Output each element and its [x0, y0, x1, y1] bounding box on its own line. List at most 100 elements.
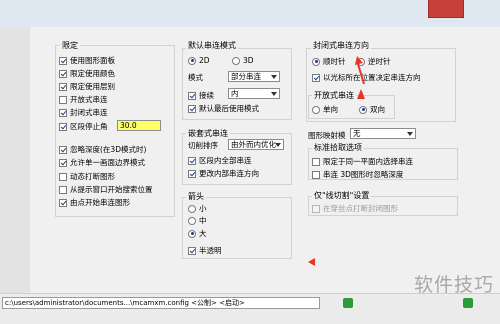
cut-order-select[interactable]: 由外而内优化: [228, 139, 284, 150]
break-at-thread-point-checkbox[interactable]: 在穿丝点打断封闭图形: [312, 203, 398, 214]
mode-label: 模式: [188, 73, 203, 82]
change-inner-direction-checkbox[interactable]: 更改内部串连方向: [188, 168, 259, 179]
radio-label: 2D: [199, 56, 210, 65]
radio-label: 逆时针: [368, 57, 391, 66]
checkbox-label: 由点开始串连图形: [70, 198, 130, 207]
radio-dot[interactable]: [312, 105, 320, 114]
checkbox-label: 更改内部串连方向: [199, 169, 259, 178]
translucent-checkbox[interactable]: 半透明: [188, 245, 222, 256]
checkbox-box[interactable]: [59, 198, 67, 207]
radio-label: 3D: [243, 56, 254, 65]
ok-icon[interactable]: [463, 298, 473, 308]
arrow-medium-radio[interactable]: 中: [188, 215, 207, 226]
checkbox-label: 从提示窗口开始搜索位置: [70, 185, 153, 194]
left-strip: [0, 27, 30, 293]
checkbox-box[interactable]: [59, 95, 67, 104]
config-path-field[interactable]: c:\users\administrator\documents...\mcam…: [2, 297, 320, 309]
closed-chain-checkbox[interactable]: 封闭式串连: [59, 107, 108, 118]
radio-label: 大: [199, 229, 207, 238]
ignore-depth-checkbox[interactable]: 忽略深度(在3D模式时): [59, 144, 146, 155]
radio-dot[interactable]: [188, 216, 196, 225]
single-direction-radio[interactable]: 单向: [312, 104, 338, 115]
checkbox-label: 限定使用颜色: [70, 69, 115, 78]
nested-title: 嵌套式串连: [186, 128, 230, 139]
checkbox-box[interactable]: [59, 69, 67, 78]
checkbox-label: 开放式串连: [70, 95, 108, 104]
checkbox-label: 允许单一画面边界模式: [70, 158, 145, 167]
chevron-down-icon: [407, 132, 413, 136]
limit-color-checkbox[interactable]: 限定使用颜色: [59, 68, 115, 79]
checkbox-box[interactable]: [59, 158, 67, 167]
contact-select[interactable]: 内: [228, 88, 280, 99]
limit-layer-checkbox[interactable]: 限定使用层别: [59, 81, 115, 92]
checkbox-label: 串连 3D图形时忽略深度: [323, 170, 404, 179]
cut-order-label: 切削排序: [188, 141, 218, 150]
checkbox-box[interactable]: [188, 91, 196, 100]
mode-select[interactable]: 部分串连: [228, 71, 280, 82]
search-from-prompt-checkbox[interactable]: 从提示窗口开始搜索位置: [59, 184, 153, 195]
checkbox-box[interactable]: [59, 56, 67, 65]
radio-label: 顺时针: [323, 57, 346, 66]
checkbox-box[interactable]: [59, 108, 67, 117]
arrow-small-radio[interactable]: 小: [188, 203, 207, 214]
ignore-depth-3d-checkbox[interactable]: 串连 3D图形时忽略深度: [312, 169, 403, 180]
checkbox-box[interactable]: [188, 156, 196, 165]
radio-label: 双向: [370, 105, 385, 114]
open-chain-checkbox[interactable]: 开放式串连: [59, 94, 108, 105]
checkbox-box[interactable]: [188, 169, 196, 178]
checkbox-box[interactable]: [312, 73, 320, 82]
radio-dot[interactable]: [188, 56, 196, 65]
checkbox-label: 封闭式串连: [70, 108, 108, 117]
radio-label: 小: [199, 204, 207, 213]
radio-dot[interactable]: [188, 229, 196, 238]
open-chain-title: 开放式串连: [312, 90, 356, 101]
radio-label: 中: [199, 216, 207, 225]
radio-dot[interactable]: [232, 56, 240, 65]
annotation-arrow-icon: [357, 89, 365, 99]
mode-2d-radio[interactable]: 2D: [188, 56, 210, 65]
checkbox-label: 动态打断图形: [70, 172, 115, 181]
stop-angle-checkbox[interactable]: 区段停止角: [59, 121, 108, 132]
checkbox-label: 接续: [199, 91, 214, 100]
checkbox-box[interactable]: [59, 122, 67, 131]
checkbox-box[interactable]: [59, 82, 67, 91]
checkbox-label: 默认最后使用模式: [199, 104, 259, 113]
dynamic-break-checkbox[interactable]: 动态打断图形: [59, 171, 115, 182]
checkbox-label: 半透明: [199, 246, 222, 255]
chain-all-in-region-checkbox[interactable]: 区段内全部串连: [188, 155, 252, 166]
single-screen-boundary-checkbox[interactable]: 允许单一画面边界模式: [59, 157, 145, 168]
chevron-down-icon: [275, 143, 281, 147]
stop-angle-input[interactable]: 30.0: [117, 120, 161, 131]
closed-direction-title: 封闭式串连方向: [311, 40, 371, 51]
radio-dot[interactable]: [188, 204, 196, 213]
annotation-arrow-icon: [355, 56, 365, 85]
checkbox-box[interactable]: [312, 157, 320, 166]
mapping-value: 无: [353, 129, 361, 138]
clockwise-radio[interactable]: 顺时针: [312, 56, 346, 67]
chain-from-point-checkbox[interactable]: 由点开始串连图形: [59, 197, 130, 208]
checkbox-box[interactable]: [188, 104, 196, 113]
contact-checkbox[interactable]: 接续: [188, 90, 214, 101]
chevron-down-icon: [271, 92, 277, 96]
mapping-select[interactable]: 无: [350, 128, 416, 139]
use-graphics-panel-checkbox[interactable]: 使用图形面板: [59, 55, 115, 66]
radio-dot[interactable]: [359, 105, 367, 114]
checkbox-box[interactable]: [312, 204, 320, 213]
checkbox-box[interactable]: [59, 172, 67, 181]
same-plane-checkbox[interactable]: 限定于同一平面内选择串连: [312, 156, 413, 167]
radio-dot[interactable]: [312, 57, 320, 66]
ok-icon[interactable]: [343, 298, 353, 308]
mode-3d-radio[interactable]: 3D: [232, 56, 254, 65]
checkbox-box[interactable]: [312, 170, 320, 179]
checkbox-label: 限定使用层别: [70, 82, 115, 91]
checkbox-box[interactable]: [59, 145, 67, 154]
arrow-title: 箭头: [186, 191, 206, 202]
checkbox-box[interactable]: [188, 246, 196, 255]
window-close-button[interactable]: [428, 0, 464, 18]
double-direction-radio[interactable]: 双向: [359, 104, 385, 115]
use-last-mode-checkbox[interactable]: 默认最后使用模式: [188, 103, 259, 114]
std-select-title: 标准拾取选项: [312, 142, 364, 153]
checkbox-box[interactable]: [59, 185, 67, 194]
checkbox-label: 使用图形面板: [70, 56, 115, 65]
arrow-large-radio[interactable]: 大: [188, 228, 207, 239]
